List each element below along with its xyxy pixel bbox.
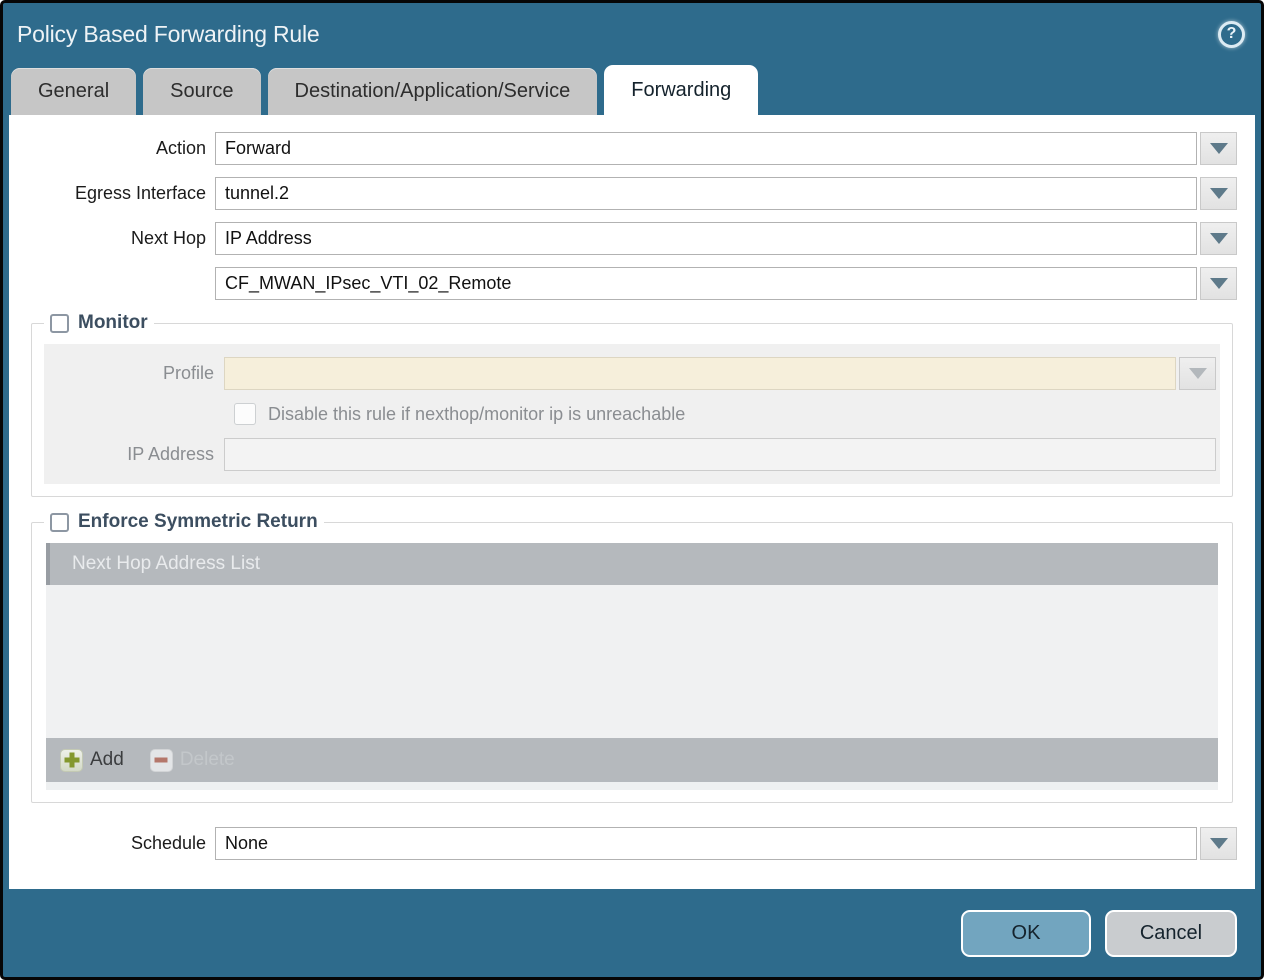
schedule-select[interactable]: None xyxy=(215,827,1197,860)
table-bottom-strip xyxy=(46,782,1218,790)
tab-forwarding[interactable]: Forwarding xyxy=(604,65,758,115)
next-hop-address-table-footer: Add Delete xyxy=(46,738,1218,782)
cancel-button[interactable]: Cancel xyxy=(1105,910,1237,957)
profile-dropdown-button xyxy=(1179,357,1216,390)
schedule-combo: None xyxy=(215,827,1237,860)
next-hop-address-table-header: Next Hop Address List xyxy=(46,543,1218,585)
egress-interface-dropdown-button[interactable] xyxy=(1200,177,1237,210)
dialog-title: Policy Based Forwarding Rule xyxy=(17,21,320,48)
schedule-label: Schedule xyxy=(27,833,215,854)
dialog-titlebar: Policy Based Forwarding Rule ? xyxy=(3,3,1261,65)
profile-row: Profile xyxy=(48,357,1216,390)
help-icon[interactable]: ? xyxy=(1218,21,1245,48)
monitor-ip-label: IP Address xyxy=(48,444,224,465)
tab-bar: General Source Destination/Application/S… xyxy=(3,65,1261,115)
chevron-down-icon xyxy=(1210,233,1228,244)
next-hop-address-combo: CF_MWAN_IPsec_VTI_02_Remote xyxy=(215,267,1237,300)
disable-rule-row: Disable this rule if nexthop/monitor ip … xyxy=(234,403,1216,425)
egress-interface-combo: tunnel.2 xyxy=(215,177,1237,210)
profile-label: Profile xyxy=(48,363,224,384)
action-combo: Forward xyxy=(215,132,1237,165)
forwarding-tab-panel: Action Forward Egress Interface tunnel.2… xyxy=(9,115,1255,889)
chevron-down-icon xyxy=(1210,838,1228,849)
next-hop-address-select[interactable]: CF_MWAN_IPsec_VTI_02_Remote xyxy=(215,267,1197,300)
profile-combo xyxy=(224,357,1216,390)
monitor-ip-combo xyxy=(224,438,1216,471)
next-hop-address-row: CF_MWAN_IPsec_VTI_02_Remote xyxy=(27,267,1237,300)
dialog-footer: OK Cancel xyxy=(3,889,1261,977)
next-hop-combo: IP Address xyxy=(215,222,1237,255)
monitor-legend: Monitor xyxy=(44,312,154,334)
action-row: Action Forward xyxy=(27,132,1237,165)
disable-rule-checkbox xyxy=(234,403,256,425)
monitor-ip-input xyxy=(224,438,1216,471)
next-hop-address-table-body[interactable] xyxy=(46,585,1218,738)
next-hop-label: Next Hop xyxy=(27,228,215,249)
add-button-label: Add xyxy=(90,749,124,771)
chevron-down-icon xyxy=(1210,188,1228,199)
schedule-dropdown-button[interactable] xyxy=(1200,827,1237,860)
next-hop-dropdown-button[interactable] xyxy=(1200,222,1237,255)
delete-button: Delete xyxy=(150,749,235,772)
tab-general[interactable]: General xyxy=(11,68,136,115)
chevron-down-icon xyxy=(1210,278,1228,289)
enforce-symmetric-return-checkbox[interactable] xyxy=(50,513,69,532)
add-plus-icon xyxy=(60,749,83,772)
chevron-down-icon xyxy=(1189,368,1207,379)
next-hop-address-dropdown-button[interactable] xyxy=(1200,267,1237,300)
profile-select xyxy=(224,357,1176,390)
tab-destination-application-service[interactable]: Destination/Application/Service xyxy=(268,68,598,115)
symmetric-return-group: Enforce Symmetric Return Next Hop Addres… xyxy=(31,511,1233,803)
next-hop-address-table: Next Hop Address List Add Delete xyxy=(46,543,1218,790)
schedule-row: Schedule None xyxy=(27,827,1237,860)
next-hop-row: Next Hop IP Address xyxy=(27,222,1237,255)
action-label: Action xyxy=(27,138,215,159)
chevron-down-icon xyxy=(1210,143,1228,154)
delete-minus-icon xyxy=(150,749,173,772)
monitor-panel: Profile Disable this rule if nexthop/mon… xyxy=(44,344,1220,484)
tab-source[interactable]: Source xyxy=(143,68,260,115)
delete-button-label: Delete xyxy=(180,749,235,771)
add-button[interactable]: Add xyxy=(60,749,124,772)
monitor-checkbox[interactable] xyxy=(50,314,69,333)
egress-interface-row: Egress Interface tunnel.2 xyxy=(27,177,1237,210)
ok-button[interactable]: OK xyxy=(961,910,1091,957)
monitor-ip-row: IP Address xyxy=(48,438,1216,471)
symmetric-return-legend-label: Enforce Symmetric Return xyxy=(78,511,318,533)
pbf-rule-dialog: Policy Based Forwarding Rule ? General S… xyxy=(0,0,1264,980)
egress-interface-label: Egress Interface xyxy=(27,183,215,204)
egress-interface-select[interactable]: tunnel.2 xyxy=(215,177,1197,210)
monitor-legend-label: Monitor xyxy=(78,312,148,334)
action-dropdown-button[interactable] xyxy=(1200,132,1237,165)
disable-rule-label: Disable this rule if nexthop/monitor ip … xyxy=(268,404,685,425)
next-hop-type-select[interactable]: IP Address xyxy=(215,222,1197,255)
action-select[interactable]: Forward xyxy=(215,132,1197,165)
monitor-group: Monitor Profile Disable this rule if nex… xyxy=(31,312,1233,497)
symmetric-return-legend: Enforce Symmetric Return xyxy=(44,511,324,533)
